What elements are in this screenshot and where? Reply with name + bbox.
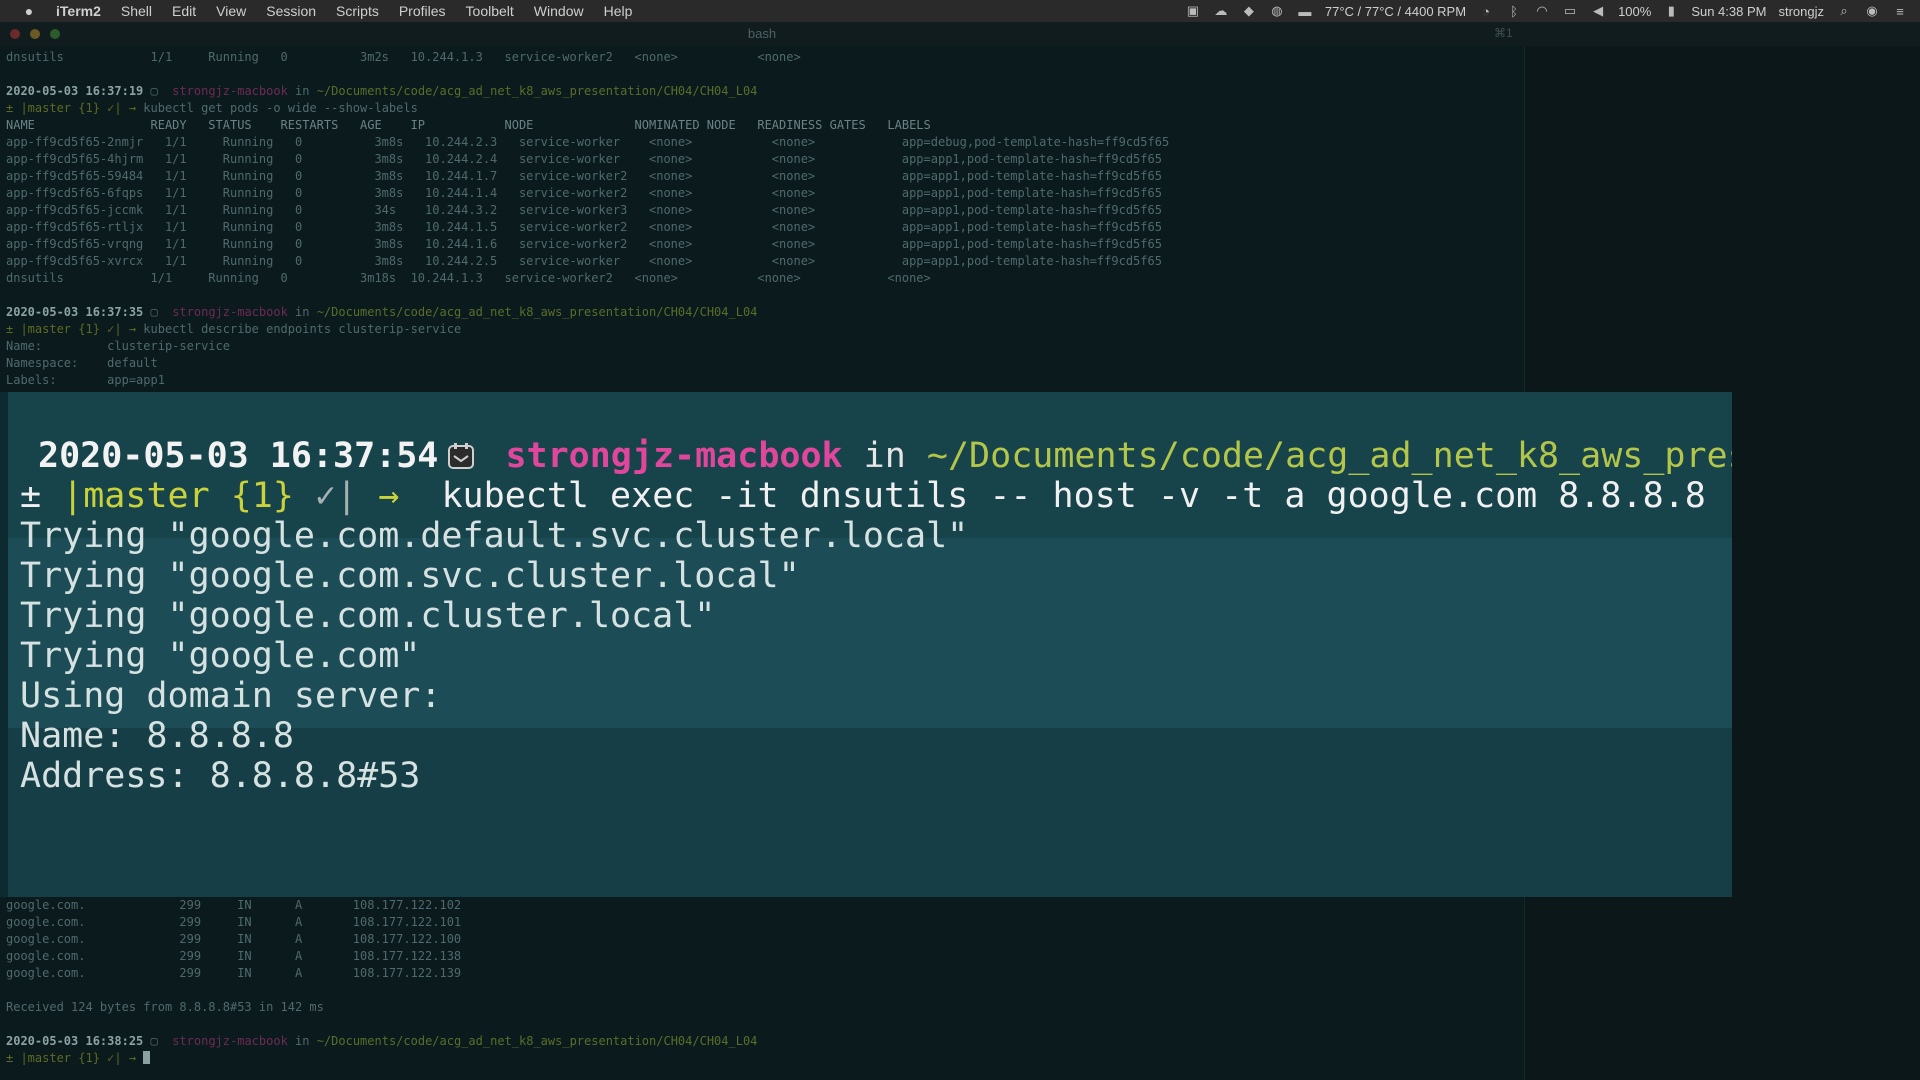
menu-shell[interactable]: Shell bbox=[121, 3, 152, 19]
table-header: NAME READY STATUS RESTARTS AGE IP NODE N… bbox=[6, 118, 931, 132]
table-row: app-ff9cd5f65-jccmk 1/1 Running 0 34s 10… bbox=[6, 203, 1162, 217]
wifi-icon[interactable]: ◠ bbox=[1534, 3, 1550, 19]
menu-view[interactable]: View bbox=[216, 3, 246, 19]
command-line: ± |master {1} ✓| → kubectl get pods -o w… bbox=[6, 101, 418, 115]
prompt-line: 2020-05-03 16:38:25 ▢ strongjz-macbook i… bbox=[6, 1034, 758, 1048]
table-row: app-ff9cd5f65-xvrcx 1/1 Running 0 3m8s 1… bbox=[6, 254, 1162, 268]
table-row: app-ff9cd5f65-59484 1/1 Running 0 3m8s 1… bbox=[6, 169, 1162, 183]
shell-icon bbox=[448, 443, 475, 469]
output-line: Labels: app=app1 bbox=[6, 373, 165, 387]
menu-window[interactable]: Window bbox=[534, 3, 584, 19]
cloud-icon[interactable]: ☁ bbox=[1213, 3, 1229, 19]
command-line[interactable]: ± |master {1} ✓| → bbox=[6, 1051, 151, 1065]
command-line: ± |master {1} ✓| → kubectl describe endp… bbox=[6, 322, 462, 336]
table-row: app-ff9cd5f65-6fqps 1/1 Running 0 3m8s 1… bbox=[6, 186, 1162, 200]
notification-center-icon[interactable]: ≡ bbox=[1892, 4, 1908, 19]
globe-icon[interactable]: ◍ bbox=[1269, 3, 1285, 19]
battery-percent[interactable]: 100% bbox=[1618, 4, 1651, 19]
volume-icon[interactable]: ◀ bbox=[1590, 3, 1606, 19]
menu-app-name[interactable]: iTerm2 bbox=[56, 3, 101, 19]
battery-icon[interactable]: ▮ bbox=[1663, 3, 1679, 19]
dns-answer-row: google.com. 299 IN A 108.177.122.100 bbox=[6, 932, 462, 946]
menu-scripts[interactable]: Scripts bbox=[336, 3, 379, 19]
shell-icon: ▢ bbox=[150, 84, 158, 98]
menu-profiles[interactable]: Profiles bbox=[399, 3, 446, 19]
apple-icon[interactable]: ● bbox=[18, 3, 40, 19]
table-row: app-ff9cd5f65-4hjrm 1/1 Running 0 3m8s 1… bbox=[6, 152, 1162, 166]
dns-answer-row: google.com. 299 IN A 108.177.122.101 bbox=[6, 915, 462, 929]
bluetooth-icon[interactable]: ᛒ bbox=[1506, 4, 1522, 19]
siri-icon[interactable]: ◉ bbox=[1864, 3, 1880, 19]
output-line: Name: clusterip-service bbox=[6, 339, 230, 353]
shell-icon: ▢ bbox=[150, 1034, 158, 1048]
menu-help[interactable]: Help bbox=[604, 3, 633, 19]
output-line: Namespace: default bbox=[6, 356, 158, 370]
menu-clock[interactable]: Sun 4:38 PM bbox=[1691, 4, 1766, 19]
menu-session[interactable]: Session bbox=[266, 3, 316, 19]
table-row: app-ff9cd5f65-vrqng 1/1 Running 0 3m8s 1… bbox=[6, 237, 1162, 251]
status-area: ▣ ☁ ◆ ◍ ▬ 77°C / 77°C / 4400 RPM ◔ ᛒ ◠ ▭… bbox=[1185, 0, 1908, 22]
prompt-line: 2020-05-03 16:37:19 ▢ strongjz-macbook i… bbox=[6, 84, 758, 98]
output-line: dnsutils 1/1 Running 0 3m2s 10.244.1.3 s… bbox=[6, 50, 801, 64]
table-row: app-ff9cd5f65-rtljx 1/1 Running 0 3m8s 1… bbox=[6, 220, 1162, 234]
shell-icon: ▢ bbox=[150, 305, 158, 319]
dns-answer-row: google.com. 299 IN A 108.177.122.138 bbox=[6, 949, 462, 963]
clock-icon[interactable]: ◔ bbox=[1478, 4, 1494, 19]
zoom-output-line: Address: 8.8.8.8#53 bbox=[20, 756, 421, 796]
airplay-icon[interactable]: ▭ bbox=[1562, 3, 1578, 19]
menu-toolbelt[interactable]: Toolbelt bbox=[466, 3, 514, 19]
menu-user[interactable]: strongjz bbox=[1778, 4, 1824, 19]
window-titlebar: bash ⌘1 bbox=[0, 22, 1920, 46]
chat-icon[interactable]: ▬ bbox=[1297, 4, 1313, 19]
table-row: app-ff9cd5f65-2nmjr 1/1 Running 0 3m8s 1… bbox=[6, 135, 1170, 149]
window-shortcut: ⌘1 bbox=[1494, 26, 1513, 40]
spotlight-search-icon[interactable]: ⌕ bbox=[1836, 3, 1852, 19]
temperature-readout[interactable]: 77°C / 77°C / 4400 RPM bbox=[1325, 4, 1466, 19]
dns-answer-row: google.com. 299 IN A 108.177.122.139 bbox=[6, 966, 462, 980]
output-line: Received 124 bytes from 8.8.8.8#53 in 14… bbox=[6, 1000, 324, 1014]
window-title: bash bbox=[747, 26, 777, 41]
menu-edit[interactable]: Edit bbox=[172, 3, 196, 19]
prompt-line: 2020-05-03 16:37:35 ▢ strongjz-macbook i… bbox=[6, 305, 758, 319]
dropbox-icon[interactable]: ◆ bbox=[1241, 3, 1257, 19]
dns-answer-row: google.com. 299 IN A 108.177.122.102 bbox=[6, 898, 462, 912]
table-row: dnsutils 1/1 Running 0 3m18s 10.244.1.3 … bbox=[6, 271, 931, 285]
text-cursor bbox=[143, 1051, 151, 1064]
zoom-overlay: 2020-05-03 16:37:54 strongjz-macbook in … bbox=[0, 392, 1732, 897]
menu-bar: ● iTerm2 Shell Edit View Session Scripts… bbox=[0, 0, 1920, 22]
screen-record-icon[interactable]: ▣ bbox=[1185, 3, 1201, 19]
